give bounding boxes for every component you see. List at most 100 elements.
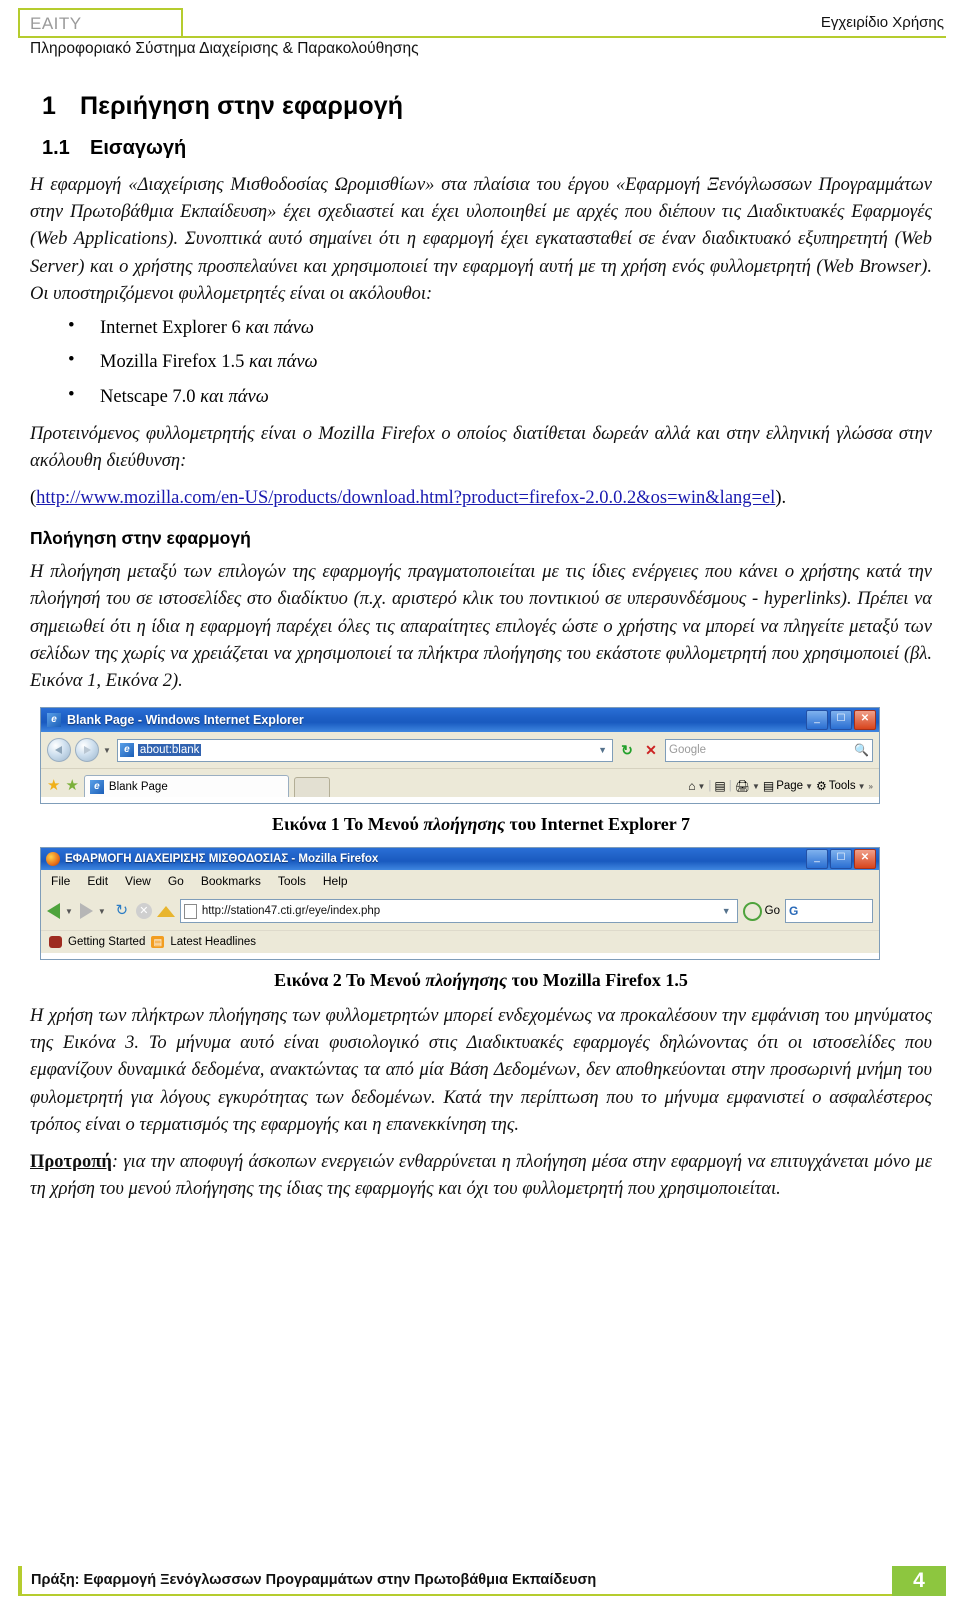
subsection-title: Εισαγωγή	[90, 137, 187, 159]
print-button[interactable]: 🖨 ▼	[735, 779, 760, 793]
go-label: Go	[764, 905, 780, 918]
refresh-icon[interactable]: ↻	[617, 740, 637, 760]
home-button[interactable]: ⌂ ▼	[688, 779, 705, 793]
chevron-down-icon[interactable]: ▼	[858, 782, 866, 791]
header-document-label: Εγχειρίδιο Χρήσης	[820, 14, 944, 31]
chevron-down-icon[interactable]: ▼	[805, 782, 813, 791]
address-chevron-down-icon[interactable]: ▼	[722, 906, 734, 916]
page-menu-button[interactable]: ▤ Page ▼	[763, 779, 813, 793]
figure-2-caption: Εικόνα 2 Το Μενού πλοήγησης του Mozilla …	[30, 970, 932, 991]
back-history-chevron-down-icon[interactable]: ▼	[65, 907, 73, 916]
home-icon[interactable]	[156, 905, 175, 917]
search-engine-icon: G	[789, 904, 799, 919]
section-number: 1	[42, 92, 57, 120]
caption-italic: πλοήγησης	[425, 970, 508, 991]
maximize-button[interactable]: ☐	[830, 849, 852, 870]
firefox-window-controls: _ ☐ ✕	[806, 849, 876, 870]
recent-pages-chevron-down-icon[interactable]: ▼	[103, 746, 111, 755]
menu-item-tools[interactable]: Tools	[278, 874, 306, 888]
recommendation-label: Προτροπή	[30, 1152, 112, 1173]
page-favicon-icon: e	[119, 743, 134, 758]
maximize-button[interactable]: ☐	[830, 710, 852, 731]
menu-item-help[interactable]: Help	[323, 874, 348, 888]
list-item: Internet Explorer 6 και πάνω	[68, 316, 932, 338]
firefox-menu-bar: File Edit View Go Bookmarks Tools Help	[41, 870, 879, 893]
caption-suffix: του Internet Explorer 7	[504, 814, 690, 835]
page-number: 4	[892, 1566, 946, 1596]
browser-suffix: και πάνω	[245, 317, 314, 338]
gear-icon: ⚙	[816, 779, 827, 794]
firefox-logo-icon	[46, 852, 60, 867]
favorites-star-icon[interactable]: ★	[47, 778, 60, 797]
firefox-search-box[interactable]: G	[785, 899, 873, 924]
page-menu-label: Page	[776, 780, 804, 793]
firefox-download-link[interactable]: http://www.mozilla.com/en-US/products/do…	[36, 488, 775, 508]
reload-icon[interactable]: ↻	[113, 902, 131, 920]
search-icon[interactable]: 🔍	[854, 743, 869, 757]
close-button[interactable]: ✕	[854, 710, 876, 731]
page-footer: Πράξη: Εφαρμογή Ξενόγλωσσων Προγραμμάτων…	[18, 1566, 946, 1596]
minimize-button[interactable]: _	[806, 849, 828, 870]
intro-paragraph: Η εφαρμογή «Διαχείρισης Μισθοδοσίας Ωρομ…	[30, 175, 932, 304]
ie-address-bar[interactable]: e about:blank ▼	[116, 738, 613, 762]
menu-item-edit[interactable]: Edit	[87, 874, 108, 888]
caption-italic: πλοήγησης	[423, 814, 505, 835]
page-header: EAITY Εγχειρίδιο Χρήσης Πληροφοριακό Σύσ…	[0, 0, 960, 70]
menu-item-file[interactable]: File	[51, 874, 70, 888]
menu-item-bookmarks[interactable]: Bookmarks	[201, 874, 261, 888]
forward-button-icon[interactable]	[79, 903, 93, 920]
menu-item-go[interactable]: Go	[168, 874, 184, 888]
search-placeholder-label: Google	[669, 744, 707, 757]
firefox-title-bar: ΕΦΑΡΜΟΓΗ ΔΙΑΧΕΙΡΙΣΗΣ ΜΙΣΘΟΔΟΣΙΑΣ - Mozil…	[41, 848, 879, 871]
recommended-browser-paragraph: Προτεινόμενος φυλλομετρητής είναι ο Mozi…	[30, 423, 932, 472]
tools-menu-button[interactable]: ⚙ Tools ▼	[816, 779, 866, 793]
forward-button-icon[interactable]	[75, 738, 99, 763]
firefox-page-viewport	[41, 953, 879, 960]
ie-page-viewport	[41, 797, 879, 804]
browser-tab[interactable]: e Blank Page	[83, 775, 289, 798]
add-to-favorites-icon[interactable]: ★	[65, 778, 78, 797]
ie-address-value: about:blank	[137, 744, 202, 757]
document-content: 1 Περιήγηση στην εφαρμογή 1.1 Εισαγωγή Η ε…	[30, 92, 932, 1213]
bookmark-latest-headlines[interactable]: Latest Headlines	[170, 936, 256, 948]
chevron-down-icon[interactable]: ▼	[752, 782, 760, 791]
address-chevron-down-icon[interactable]: ▼	[598, 745, 610, 755]
caption-suffix: του Mozilla Firefox 1.5	[507, 970, 688, 991]
firefox-navigation-row: ▼ ▼ ↻ ✕ http://station47.cti.gr/eye/inde…	[41, 892, 879, 931]
chevron-down-icon[interactable]: ▼	[697, 782, 705, 791]
close-button[interactable]: ✕	[854, 849, 876, 870]
download-url-paragraph: (http://www.mozilla.com/en-US/products/d…	[30, 485, 932, 512]
go-button[interactable]: Go	[742, 901, 780, 921]
ie-toolbar-buttons: ⌂ ▼ | ▤ | 🖨 ▼ ▤ Page ▼ ⚙ Tools ▼ »	[688, 779, 873, 797]
new-tab-button[interactable]	[293, 777, 330, 798]
minimize-button[interactable]: _	[806, 710, 828, 731]
caption-prefix: Εικόνα 2 Το Μενού	[274, 970, 426, 991]
stop-icon[interactable]: ✕	[135, 903, 152, 920]
page-document-icon	[183, 903, 197, 919]
navigation-paragraph: Η πλοήγηση μεταξύ των επιλογών της εφαρμ…	[30, 562, 932, 691]
forward-history-chevron-down-icon[interactable]: ▼	[98, 907, 106, 916]
back-button-icon[interactable]	[47, 903, 60, 920]
url-line-2: 2.0.0.2&os=win&lang=el	[585, 488, 776, 509]
tab-label: Blank Page	[108, 780, 168, 793]
section-heading: 1 Περιήγηση στην εφαρμογή	[30, 92, 932, 121]
page-icon: ▤	[762, 779, 775, 794]
ie-navigation-row: ▼ e about:blank ▼ ↻ ✕ Google 🔍	[41, 732, 879, 769]
navigation-heading: Πλοήγηση στην εφαρμογή	[30, 528, 251, 549]
bookmark-getting-started[interactable]: Getting Started	[68, 936, 145, 948]
firefox-address-bar[interactable]: http://station47.cti.gr/eye/index.php ▼	[179, 899, 738, 924]
rss-icon: ▤	[151, 936, 165, 949]
back-button-icon[interactable]	[47, 738, 71, 763]
caption-prefix: Εικόνα 1 Το Μενού	[272, 814, 424, 835]
browser-suffix: και πάνω	[200, 386, 269, 407]
ie-tab-row: ★ ★ e Blank Page ⌂ ▼ | ▤ | 🖨 ▼ ▤ Page ▼ ⚙ Too…	[41, 768, 879, 798]
printer-icon: 🖨	[734, 779, 750, 794]
go-arrow-icon	[742, 901, 762, 921]
ie-search-box[interactable]: Google 🔍	[665, 738, 873, 762]
header-subtitle: Πληροφοριακό Σύστημα Διαχείρισης & Παρακ…	[30, 40, 419, 57]
supported-browsers-list: Internet Explorer 6 και πάνω Mozilla Fir…	[30, 316, 932, 407]
stop-icon[interactable]: ✕	[641, 740, 661, 760]
menu-item-view[interactable]: View	[125, 874, 151, 888]
feeds-button[interactable]: ▤	[714, 779, 725, 793]
overflow-icon[interactable]: »	[869, 782, 873, 791]
